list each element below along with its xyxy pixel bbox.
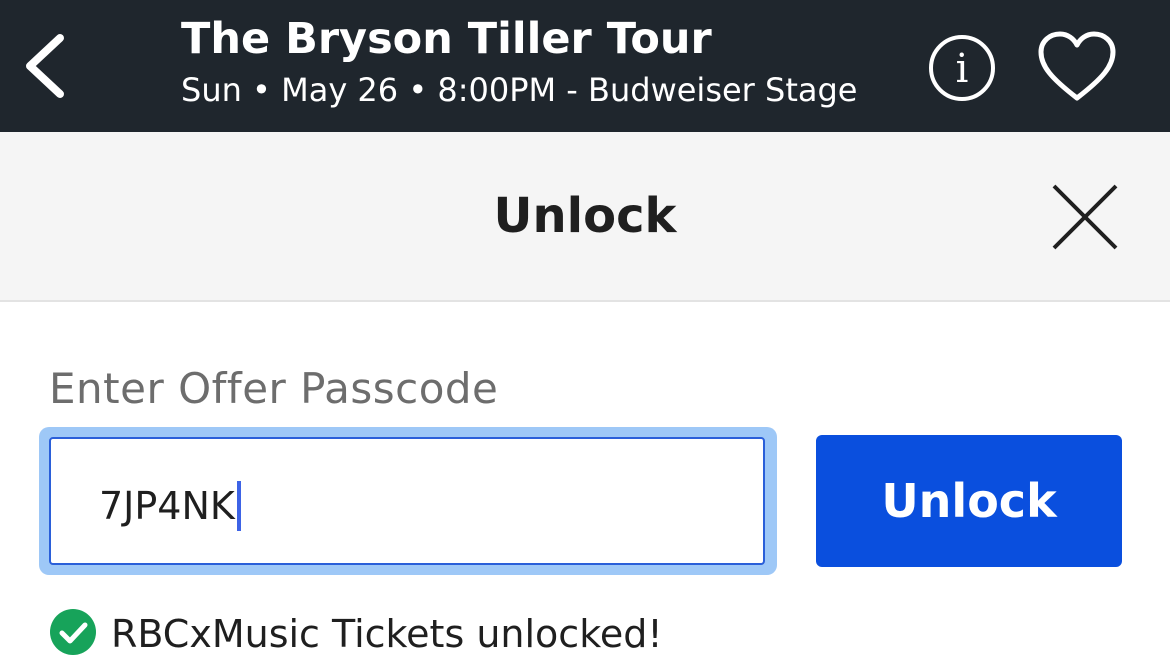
back-button[interactable] xyxy=(18,30,78,102)
svg-text:i: i xyxy=(956,46,969,92)
text-caret xyxy=(236,480,241,531)
status-message: RBCxMusic Tickets unlocked! xyxy=(111,612,663,656)
passcode-value-wrap: 7JP4NK xyxy=(99,480,241,531)
modal-header: Unlock xyxy=(0,132,1170,302)
passcode-focus-ring: 7JP4NK xyxy=(39,427,777,575)
passcode-input[interactable]: 7JP4NK xyxy=(49,437,765,565)
unlock-button[interactable]: Unlock xyxy=(816,435,1122,567)
favorite-button[interactable] xyxy=(1037,30,1117,104)
heart-icon xyxy=(1038,31,1116,101)
event-title: The Bryson Tiller Tour xyxy=(181,14,712,64)
chevron-left-icon xyxy=(26,34,64,98)
info-button[interactable]: i xyxy=(927,33,997,103)
passcode-label: Enter Offer Passcode xyxy=(49,364,499,413)
close-icon xyxy=(1052,184,1118,250)
close-button[interactable] xyxy=(1050,182,1122,254)
passcode-value: 7JP4NK xyxy=(99,484,235,528)
event-header: The Bryson Tiller Tour Sun • May 26 • 8:… xyxy=(0,0,1170,132)
event-date-venue: Sun • May 26 • 8:00PM - Budweiser Stage xyxy=(181,71,858,109)
info-icon: i xyxy=(929,35,995,101)
check-circle-icon xyxy=(50,609,96,655)
modal-title: Unlock xyxy=(493,188,677,244)
